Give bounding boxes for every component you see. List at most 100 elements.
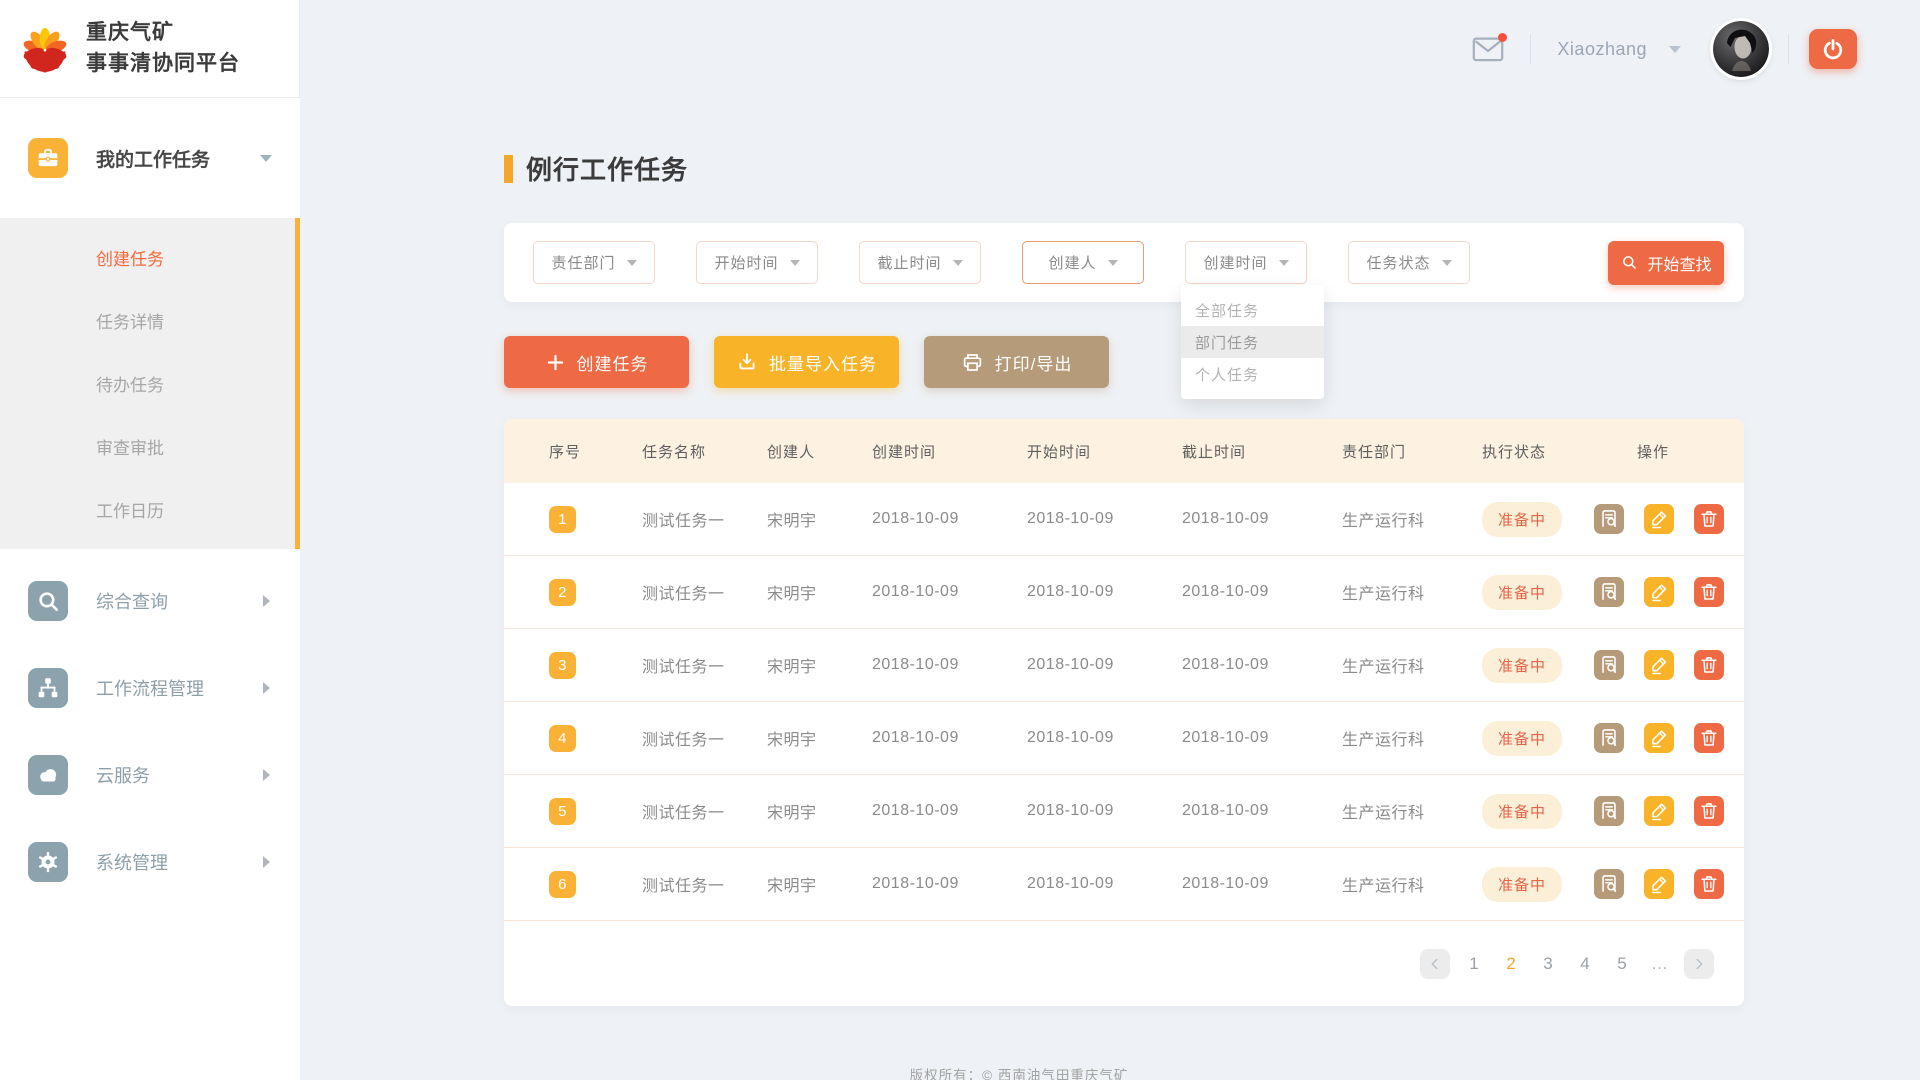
sidebar-item-label: 工作流程管理 [96,675,263,701]
end-date: 2018-10-09 [1154,510,1314,528]
end-date: 2018-10-09 [1154,729,1314,747]
task-name: 测试任务一 [614,799,739,823]
pencil-icon [1648,800,1670,822]
page-number-3[interactable]: 3 [1540,954,1556,974]
view-task-button[interactable] [1594,796,1624,826]
sidebar-item-workflow-management[interactable]: 工作流程管理 [0,644,300,731]
edit-task-button[interactable] [1644,869,1674,899]
start-date: 2018-10-09 [999,583,1154,601]
edit-task-button[interactable] [1644,650,1674,680]
import-icon [736,351,758,373]
filter-bar: 责任部门 开始时间 截止时间 创建人 创建时间 任务状态 [504,223,1744,302]
task-type-dropdown: 全部任务 部门任务 个人任务 [1181,285,1324,399]
sidebar-item-label: 综合查询 [96,588,263,614]
sidebar-item-system-management[interactable]: 系统管理 [0,818,300,905]
table-row: 3 测试任务一 宋明宇 2018-10-09 2018-10-09 2018-1… [504,629,1744,702]
view-task-button[interactable] [1594,577,1624,607]
creator: 宋明宇 [739,653,844,677]
page-number-1[interactable]: 1 [1466,954,1482,974]
sidebar-item-cloud-services[interactable]: 云服务 [0,731,300,818]
sidebar-item-create-task[interactable]: 创建任务 [0,226,295,289]
gear-icon [28,842,68,882]
chevron-right-icon [263,769,270,781]
plus-icon [545,352,566,373]
title-accent-bar [504,155,513,183]
sidebar-group-my-tasks[interactable]: 我的工作任务 [0,98,300,218]
filter-select-create-time[interactable]: 创建时间 [1185,241,1307,284]
filter-select-creator[interactable]: 创建人 [1022,241,1144,284]
status-badge: 准备中 [1482,721,1562,756]
col-header-end: 截止时间 [1154,441,1314,462]
document-search-icon [1598,727,1620,749]
creator: 宋明宇 [739,507,844,531]
view-task-button[interactable] [1594,723,1624,753]
pagination-prev-button[interactable] [1420,949,1450,979]
actions-row: 创建任务 批量导入任务 打印/导出 [504,336,1744,388]
delete-task-button[interactable] [1694,504,1724,534]
chevron-right-icon [263,856,270,868]
status-badge: 准备中 [1482,867,1562,902]
dropdown-item-personal-tasks[interactable]: 个人任务 [1181,358,1324,390]
delete-task-button[interactable] [1694,577,1724,607]
document-search-icon [1598,873,1620,895]
creator: 宋明宇 [739,799,844,823]
sidebar-item-todo-tasks[interactable]: 待办任务 [0,352,295,415]
start-date: 2018-10-09 [999,510,1154,528]
delete-task-button[interactable] [1694,796,1724,826]
sidebar-item-label: 云服务 [96,762,263,788]
task-table: 序号 任务名称 创建人 创建时间 开始时间 截止时间 责任部门 执行状态 操作 … [504,419,1744,1006]
task-name: 测试任务一 [614,726,739,750]
view-task-button[interactable] [1594,650,1624,680]
view-task-button[interactable] [1594,504,1624,534]
pagination-next-button[interactable] [1684,949,1714,979]
bulk-import-button[interactable]: 批量导入任务 [714,336,899,388]
pencil-icon [1648,727,1670,749]
document-search-icon [1598,508,1620,530]
sidebar-item-review-approval[interactable]: 审查审批 [0,415,295,478]
status-badge: 准备中 [1482,575,1562,610]
filter-select-responsible-dept[interactable]: 责任部门 [533,241,655,284]
view-task-button[interactable] [1594,869,1624,899]
status-badge: 准备中 [1482,648,1562,683]
delete-task-button[interactable] [1694,869,1724,899]
page-number-2-active[interactable]: 2 [1503,954,1519,974]
department: 生产运行科 [1314,653,1464,677]
delete-task-button[interactable] [1694,723,1724,753]
chevron-right-icon [263,595,270,607]
brand-line2: 事事清协同平台 [86,49,240,79]
sidebar-sections: 综合查询 工作流程管理 云服务 系统管理 [0,557,300,905]
page-number-5[interactable]: 5 [1614,954,1630,974]
filter-select-start-time[interactable]: 开始时间 [696,241,818,284]
edit-task-button[interactable] [1644,504,1674,534]
table-row: 1 测试任务一 宋明宇 2018-10-09 2018-10-09 2018-1… [504,483,1744,556]
create-task-button[interactable]: 创建任务 [504,336,689,388]
dropdown-item-all-tasks[interactable]: 全部任务 [1181,294,1324,326]
chevron-down-icon [627,260,637,266]
start-date: 2018-10-09 [999,656,1154,674]
sidebar-item-work-calendar[interactable]: 工作日历 [0,478,295,541]
col-header-status: 执行状态 [1464,441,1594,462]
task-name: 测试任务一 [614,507,739,531]
filter-select-end-time[interactable]: 截止时间 [859,241,981,284]
col-header-created: 创建时间 [844,441,999,462]
col-header-ops: 操作 [1594,441,1744,462]
row-number-badge: 4 [549,725,576,752]
col-header-dept: 责任部门 [1314,441,1464,462]
page-number-4[interactable]: 4 [1577,954,1593,974]
logo-block: 重庆气矿 事事清协同平台 [0,0,300,98]
edit-task-button[interactable] [1644,723,1674,753]
edit-task-button[interactable] [1644,577,1674,607]
sidebar-item-task-detail[interactable]: 任务详情 [0,289,295,352]
search-button[interactable]: 开始查找 [1608,241,1724,285]
end-date: 2018-10-09 [1154,656,1314,674]
filter-select-task-status[interactable]: 任务状态 [1348,241,1470,284]
dropdown-item-dept-tasks[interactable]: 部门任务 [1181,326,1324,358]
pencil-icon [1648,508,1670,530]
edit-task-button[interactable] [1644,796,1674,826]
delete-task-button[interactable] [1694,650,1724,680]
print-export-button[interactable]: 打印/导出 [924,336,1109,388]
copyright-text: 版权所有：© 西南油气田重庆气矿 [504,1064,1534,1080]
sidebar-item-comprehensive-query[interactable]: 综合查询 [0,557,300,644]
filter-label: 创建人 [1048,252,1096,273]
briefcase-icon [28,138,68,178]
